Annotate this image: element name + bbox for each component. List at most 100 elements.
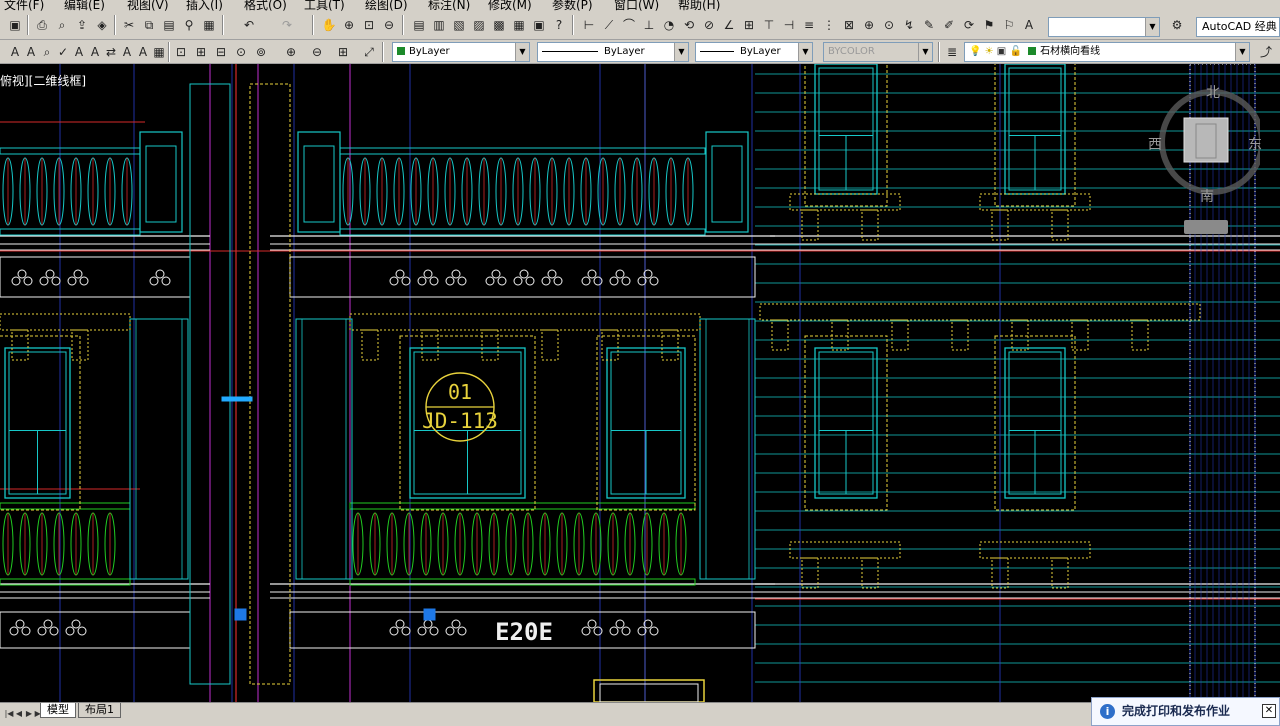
dim-space-icon[interactable]: ≡ bbox=[800, 16, 818, 34]
dim-update-icon[interactable]: ⟳ bbox=[960, 16, 978, 34]
markup-icon[interactable]: ▩ bbox=[490, 16, 508, 34]
zoom-previous-icon[interactable]: ⊖ bbox=[380, 16, 398, 34]
undo-icon[interactable]: ↶ bbox=[240, 16, 258, 34]
save-icon[interactable]: ▣ bbox=[6, 16, 24, 34]
cad-elevation[interactable]: 01 JD-113 E20E bbox=[0, 64, 1280, 702]
viewport-label[interactable]: 俯视][二维线框] bbox=[0, 72, 86, 89]
menu-format[interactable]: 格式(O) bbox=[244, 0, 287, 11]
dim-aligned-icon[interactable]: ⟋ bbox=[600, 16, 618, 34]
redo-icon[interactable]: ↷ bbox=[278, 16, 296, 34]
notification-balloon[interactable]: i 完成打印和发布作业 ✕ bbox=[1091, 697, 1280, 726]
column bbox=[699, 318, 756, 580]
menu-draw[interactable]: 绘图(D) bbox=[365, 0, 408, 11]
plotstyle-dropdown[interactable]: BYCOLOR ▼ bbox=[823, 42, 933, 62]
zoom-center-icon[interactable]: ⊙ bbox=[232, 43, 250, 61]
menu-tools[interactable]: 工具(T) bbox=[304, 0, 345, 11]
dim-jogged-icon[interactable]: ⟲ bbox=[680, 16, 698, 34]
menu-parameters[interactable]: 参数(P) bbox=[552, 0, 593, 11]
match-properties-icon[interactable]: ⚲ bbox=[180, 16, 198, 34]
zoom-realtime-icon[interactable]: ⊕ bbox=[340, 16, 358, 34]
layer-manager-icon[interactable]: ≣ bbox=[943, 43, 961, 61]
tolerance-icon[interactable]: ⊠ bbox=[840, 16, 858, 34]
linetype-dropdown[interactable]: ByLayer ▼ bbox=[537, 42, 689, 62]
dim-arc-icon[interactable]: ⌒ bbox=[620, 16, 638, 34]
tool-palettes-icon[interactable]: ▧ bbox=[450, 16, 468, 34]
menu-window[interactable]: 窗口(W) bbox=[614, 0, 659, 11]
window-pediment bbox=[979, 541, 1091, 559]
prev-tab-icon[interactable]: ◀ bbox=[14, 708, 24, 720]
close-icon[interactable]: ✕ bbox=[1262, 704, 1276, 718]
tab-model[interactable]: 模型 bbox=[40, 703, 76, 718]
viewcube[interactable]: 北 西 东 南 bbox=[1140, 82, 1262, 234]
menu-modify[interactable]: 修改(M) bbox=[488, 0, 532, 11]
block-editor-icon[interactable]: ▦ bbox=[200, 16, 218, 34]
dim-break-icon[interactable]: ⋮ bbox=[820, 16, 838, 34]
center-mark-icon[interactable]: ⊕ bbox=[860, 16, 878, 34]
dim-radius-icon[interactable]: ◔ bbox=[660, 16, 678, 34]
paste-icon[interactable]: ▤ bbox=[160, 16, 178, 34]
text-style-icon[interactable]: A bbox=[1020, 16, 1038, 34]
dim-diameter-icon[interactable]: ⊘ bbox=[700, 16, 718, 34]
dim-angular-icon[interactable]: ∠ bbox=[720, 16, 738, 34]
workspace-dropdown[interactable]: AutoCAD 经典 bbox=[1196, 17, 1280, 37]
dim-override-icon[interactable]: ⚐ bbox=[1000, 16, 1018, 34]
zoom-dynamic-icon[interactable]: ⊞ bbox=[192, 43, 210, 61]
dim-baseline-icon[interactable]: ⊤ bbox=[760, 16, 778, 34]
table-icon[interactable]: ▦ bbox=[150, 43, 168, 61]
menu-file[interactable]: 文件(F) bbox=[4, 0, 44, 11]
zoom-window-icon[interactable]: ⊡ bbox=[172, 43, 190, 61]
menu-insert[interactable]: 插入(I) bbox=[186, 0, 223, 11]
dim-linear-icon[interactable]: ⊢ bbox=[580, 16, 598, 34]
drawing-area[interactable]: 01 JD-113 E20E 俯视][二维线框] 北 西 东 南 bbox=[0, 64, 1280, 702]
inspect-icon[interactable]: ⊙ bbox=[880, 16, 898, 34]
zoom-scale-icon[interactable]: ⊟ bbox=[212, 43, 230, 61]
calculator-icon[interactable]: ▣ bbox=[530, 16, 548, 34]
preview-icon[interactable]: ⌕ bbox=[53, 16, 71, 34]
zoom-out-icon[interactable]: ⊖ bbox=[308, 43, 326, 61]
layer-dropdown[interactable]: 💡 ☀ ▣ 🔓 石材横向看线 ▼ bbox=[964, 42, 1250, 62]
first-tab-icon[interactable]: |◀ bbox=[4, 708, 14, 720]
cut-icon[interactable]: ✂ bbox=[120, 16, 138, 34]
zoom-window-icon[interactable]: ⊡ bbox=[360, 16, 378, 34]
color-dropdown[interactable]: ByLayer ▼ bbox=[392, 42, 530, 62]
lineweight-dropdown[interactable]: ByLayer ▼ bbox=[695, 42, 813, 62]
tab-layout1[interactable]: 布局1 bbox=[78, 703, 121, 718]
zoom-object-icon[interactable]: ⊚ bbox=[252, 43, 270, 61]
viewcube-east[interactable]: 东 bbox=[1248, 134, 1262, 154]
next-tab-icon[interactable]: ▶ bbox=[24, 708, 34, 720]
viewcube-south[interactable]: 南 bbox=[1200, 186, 1214, 206]
help-icon[interactable]: ? bbox=[550, 16, 568, 34]
dim-text-edit-icon[interactable]: ✐ bbox=[940, 16, 958, 34]
design-center-icon[interactable]: ▥ bbox=[430, 16, 448, 34]
publish-icon[interactable]: ⇪ bbox=[73, 16, 91, 34]
balustrade-rail bbox=[0, 147, 141, 155]
dim-ordinate-icon[interactable]: ⊥ bbox=[640, 16, 658, 34]
make-current-icon[interactable]: ⤴ bbox=[1257, 43, 1275, 61]
menu-dimension[interactable]: 标注(N) bbox=[428, 0, 470, 11]
jogged-linear-icon[interactable]: ↯ bbox=[900, 16, 918, 34]
zoom-all-icon[interactable]: ⊞ bbox=[334, 43, 352, 61]
viewcube-west[interactable]: 西 bbox=[1148, 134, 1162, 154]
dim-continue-icon[interactable]: ⊣ bbox=[780, 16, 798, 34]
dim-edit-icon[interactable]: ✎ bbox=[920, 16, 938, 34]
zoom-extents-icon[interactable]: ⤢ bbox=[360, 43, 378, 61]
properties-icon[interactable]: ▤ bbox=[410, 16, 428, 34]
window-bracket bbox=[831, 319, 849, 351]
dimstyle-manager-icon[interactable]: ⚙ bbox=[1168, 16, 1186, 34]
menu-view[interactable]: 视图(V) bbox=[127, 0, 169, 11]
3d-dwf-icon[interactable]: ◈ bbox=[93, 16, 111, 34]
menu-edit[interactable]: 编辑(E) bbox=[64, 0, 105, 11]
copy-icon[interactable]: ⧉ bbox=[140, 16, 158, 34]
menu-help[interactable]: 帮助(H) bbox=[678, 0, 720, 11]
separator bbox=[114, 15, 116, 35]
quickcalc-icon[interactable]: ▦ bbox=[510, 16, 528, 34]
sheet-set-icon[interactable]: ▨ bbox=[470, 16, 488, 34]
viewcube-north[interactable]: 北 bbox=[1206, 82, 1220, 102]
window-bracket bbox=[771, 319, 789, 351]
dim-style-dropdown[interactable]: ▼ bbox=[1048, 17, 1160, 37]
quick-dim-icon[interactable]: ⊞ bbox=[740, 16, 758, 34]
dim-style-icon[interactable]: ⚑ bbox=[980, 16, 998, 34]
print-icon[interactable]: ⎙ bbox=[33, 16, 51, 34]
pan-icon[interactable]: ✋ bbox=[320, 16, 338, 34]
zoom-in-icon[interactable]: ⊕ bbox=[282, 43, 300, 61]
